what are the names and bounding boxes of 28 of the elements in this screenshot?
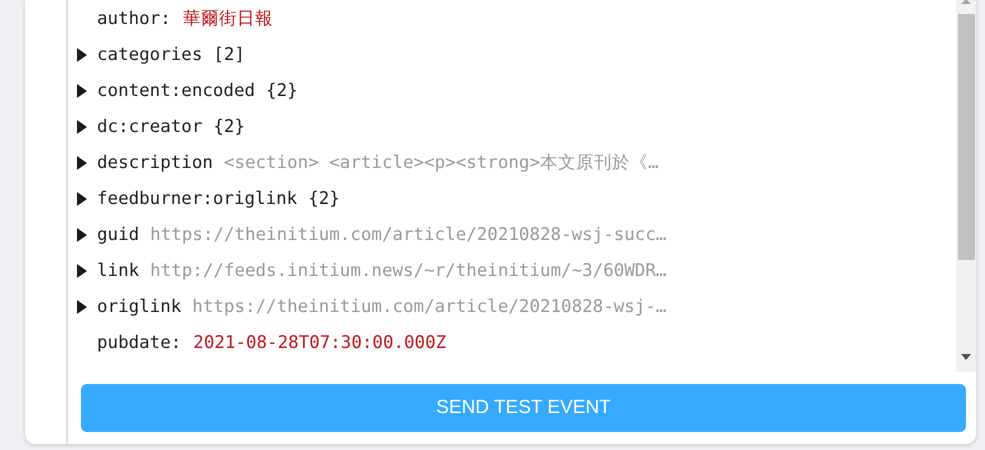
child-count: {2} — [266, 80, 298, 103]
node-key[interactable]: guid — [97, 222, 140, 248]
expand-arrow-icon[interactable] — [76, 192, 88, 206]
child-count: {2} — [213, 116, 245, 139]
node-key[interactable]: origlink — [97, 294, 182, 320]
node-key[interactable]: categories — [97, 42, 202, 68]
expand-arrow-icon[interactable] — [76, 228, 88, 242]
expand-arrow-icon[interactable] — [76, 120, 88, 134]
field-key: pubdate: — [97, 330, 182, 356]
expand-arrow-icon[interactable] — [76, 48, 88, 62]
node-key[interactable]: content:encoded — [97, 78, 256, 104]
value-preview: https://theinitium.com/article/20210828-wsj-succ… — [150, 224, 666, 247]
field-key: author: — [97, 6, 171, 32]
value-preview: <section> <article><p><strong>本文原刊於《… — [224, 152, 659, 175]
field-value: 華爾街日報 — [182, 8, 273, 31]
expand-arrow-icon[interactable] — [76, 84, 88, 98]
node-key[interactable]: dc:creator — [97, 114, 202, 140]
node-key[interactable]: description — [97, 150, 213, 176]
node-key[interactable]: feedburner:origlink — [97, 186, 298, 212]
field-value: 2021-08-28T07:30:00.000Z — [193, 332, 446, 355]
child-count: [2] — [213, 44, 245, 67]
expand-arrow-icon[interactable] — [76, 156, 88, 170]
child-count: {2} — [308, 188, 340, 211]
node-key[interactable]: link — [97, 258, 140, 284]
value-preview: http://feeds.initium.news/~r/theinitium/~3/60WDR… — [150, 260, 666, 283]
expand-arrow-icon[interactable] — [76, 300, 88, 314]
expand-arrow-icon[interactable] — [76, 264, 88, 278]
value-preview: https://theinitium.com/article/20210828-wsj-… — [192, 296, 666, 319]
